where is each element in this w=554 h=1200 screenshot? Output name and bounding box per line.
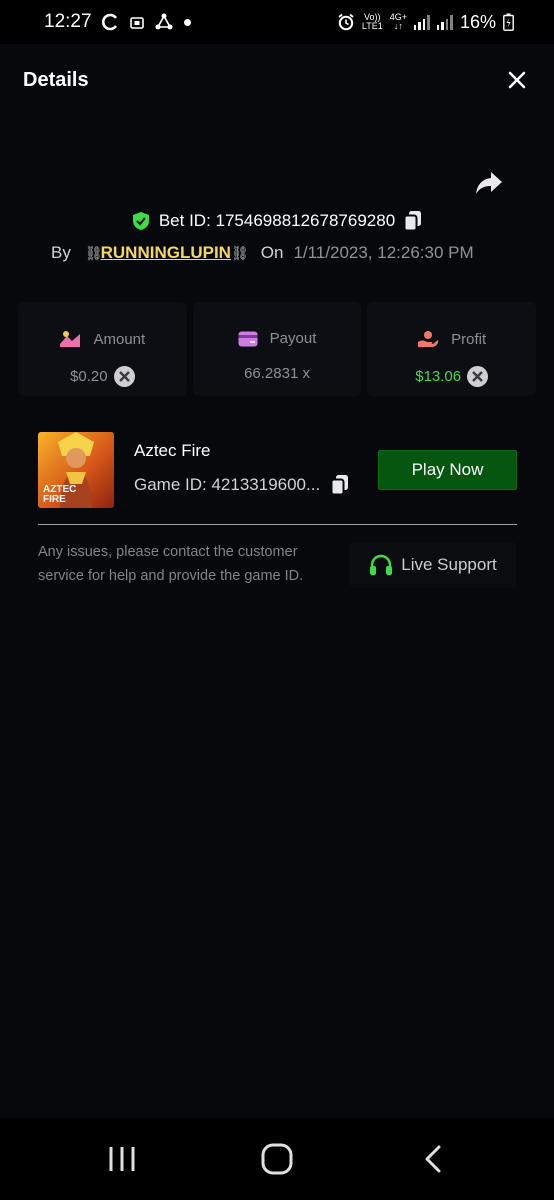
home-icon bbox=[261, 1143, 293, 1175]
network-type: 4G+ ↓↑ bbox=[390, 13, 407, 31]
stats-row: Amount $0.20 Payout 66.2831 x Profit $13… bbox=[18, 302, 537, 396]
page-title: Details bbox=[23, 68, 89, 91]
notification-dot bbox=[183, 18, 191, 26]
share-button[interactable] bbox=[474, 170, 504, 198]
game-thumbnail[interactable]: AZTEC FIRE bbox=[38, 432, 114, 508]
stat-payout-value: 66.2831 x bbox=[244, 365, 310, 382]
alarm-icon bbox=[338, 13, 354, 31]
stat-profit-value: $13.06 bbox=[415, 366, 489, 387]
copy-icon[interactable] bbox=[330, 474, 350, 496]
details-panel: Details Bet ID: 1754698812678769280 By ⛓… bbox=[0, 44, 554, 1118]
back-icon bbox=[425, 1145, 441, 1173]
currency-coin-icon bbox=[113, 366, 135, 387]
game-name: Aztec Fire bbox=[134, 441, 211, 460]
on-label: On bbox=[260, 243, 284, 262]
stat-profit-head: Profit bbox=[417, 330, 486, 348]
bet-datetime: 1/11/2023, 12:26:30 PM bbox=[293, 243, 474, 262]
amount-icon bbox=[60, 331, 81, 347]
clock: 12:27 bbox=[44, 11, 92, 32]
stat-payout: Payout 66.2831 x bbox=[192, 302, 362, 396]
by-row: By ⛓ RUNNINGLUPIN ⛓ On 1/11/2023, 12:26:… bbox=[51, 238, 474, 268]
thumb-line-2: FIRE bbox=[43, 494, 66, 505]
amount-label: Amount bbox=[93, 330, 146, 348]
back-button[interactable] bbox=[420, 1142, 446, 1176]
stat-amount-value: $0.20 bbox=[70, 366, 135, 387]
shield-check-icon bbox=[132, 212, 149, 230]
stat-amount-head: Amount bbox=[59, 330, 145, 348]
share-notification-icon bbox=[155, 13, 173, 30]
sync-icon bbox=[101, 13, 117, 31]
copy-icon[interactable] bbox=[403, 210, 423, 232]
game-id: Game ID: 4213319600... bbox=[134, 475, 321, 494]
signal-icon bbox=[413, 14, 430, 30]
share-icon bbox=[476, 172, 502, 194]
panel-header: Details bbox=[0, 44, 554, 116]
stat-profit: Profit $13.06 bbox=[367, 302, 537, 396]
currency-coin-icon bbox=[467, 366, 489, 387]
chain-left-icon: ⛓ bbox=[84, 244, 103, 261]
amount-value: $0.20 bbox=[70, 368, 108, 385]
by-label: By bbox=[51, 243, 71, 262]
bet-id-row: Bet ID: 1754698812678769280 bbox=[0, 206, 554, 236]
help-text: Any issues, please contact the customer … bbox=[38, 544, 304, 584]
status-bar: 12:27 Vo)) LTE1 4G+ ↓↑ 16% bbox=[0, 0, 554, 44]
home-button[interactable] bbox=[260, 1142, 294, 1176]
recents-button[interactable] bbox=[106, 1142, 138, 1176]
shop-icon bbox=[129, 17, 144, 29]
payout-value: 66.2831 x bbox=[244, 365, 310, 382]
profit-value: $13.06 bbox=[415, 368, 462, 385]
live-support-label: Live Support bbox=[401, 555, 497, 574]
system-nav-bar bbox=[0, 1118, 554, 1200]
status-right: Vo)) LTE1 4G+ ↓↑ 16% bbox=[337, 12, 514, 33]
bet-id: Bet ID: 1754698812678769280 bbox=[158, 211, 396, 230]
live-support-button[interactable]: Live Support bbox=[350, 542, 516, 588]
game-thumbnail-art: AZTEC FIRE bbox=[38, 432, 114, 508]
game-id-row: Game ID: 4213319600... bbox=[134, 474, 350, 496]
screen: 12:27 Vo)) LTE1 4G+ ↓↑ 16% Details Bet I… bbox=[0, 0, 554, 1200]
username-link[interactable]: RUNNINGLUPIN bbox=[101, 243, 231, 263]
battery-percent: 16% bbox=[459, 11, 496, 32]
volte-bottom: LTE1 bbox=[361, 21, 383, 31]
network-type-bottom: ↓↑ bbox=[393, 21, 403, 31]
profit-icon bbox=[418, 331, 439, 347]
payout-card-icon bbox=[238, 331, 258, 346]
recents-icon bbox=[109, 1147, 135, 1171]
payout-label: Payout bbox=[269, 330, 317, 347]
headset-icon bbox=[370, 554, 393, 575]
stat-amount: Amount $0.20 bbox=[18, 302, 187, 396]
close-icon bbox=[508, 71, 526, 89]
signal-2-icon bbox=[436, 14, 453, 30]
divider bbox=[38, 524, 517, 525]
volte-indicator: Vo)) LTE1 bbox=[362, 13, 383, 31]
battery-icon bbox=[503, 13, 514, 31]
play-now-button[interactable]: Play Now bbox=[378, 450, 517, 490]
stat-payout-head: Payout bbox=[238, 330, 317, 347]
chain-right-icon: ⛓ bbox=[230, 244, 249, 261]
close-button[interactable] bbox=[504, 67, 530, 93]
status-left: 12:27 bbox=[44, 11, 191, 33]
profit-label: Profit bbox=[451, 330, 487, 348]
